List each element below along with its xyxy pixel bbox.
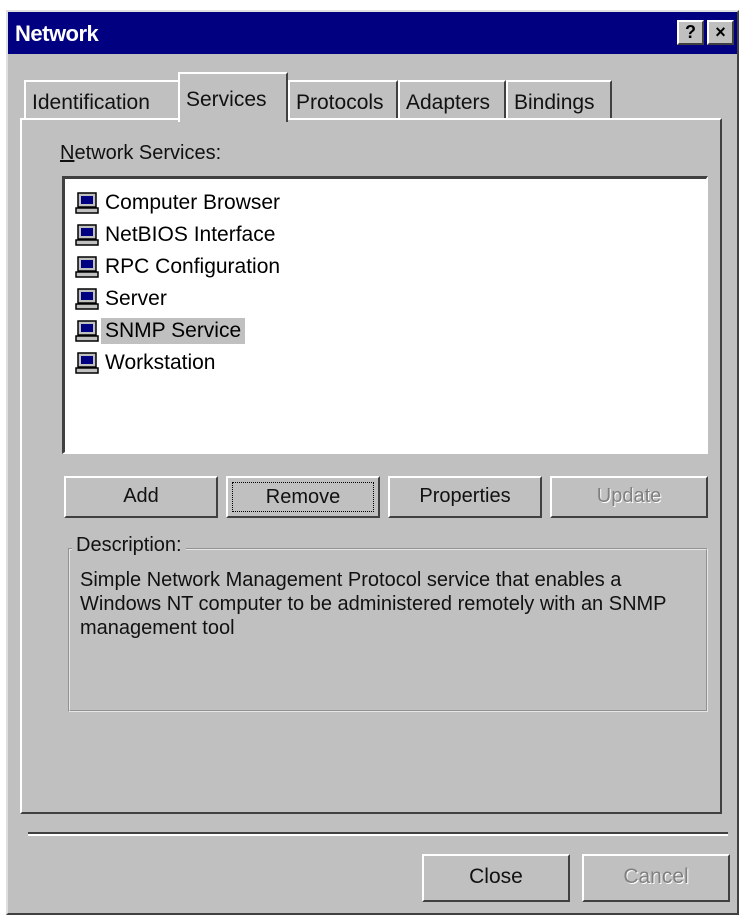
network-dialog: Network ? × Identification Services Prot… [6,10,739,915]
services-panel: Network Services: Computer Browser NetBI… [20,118,722,814]
computer-icon [75,191,99,215]
list-item[interactable]: NetBIOS Interface [75,219,279,251]
dialog-title: Network [15,21,99,46]
list-item-label: NetBIOS Interface [105,223,276,246]
computer-icon [75,287,99,311]
properties-button[interactable]: Properties [388,476,542,518]
computer-icon [75,319,99,343]
title-bar[interactable]: Network ? × [8,12,737,54]
list-item[interactable]: RPC Configuration [75,251,284,283]
description-label: Description: [72,534,186,557]
network-services-label: Network Services: [60,142,222,164]
close-icon[interactable]: × [707,20,734,45]
help-button[interactable]: ? [677,20,704,45]
cancel-button: Cancel [582,854,730,902]
description-text: Simple Network Management Protocol servi… [80,569,667,639]
computer-icon [75,223,99,247]
tab-bindings[interactable]: Bindings [506,80,612,120]
computer-icon [75,351,99,375]
list-item-label: Server [105,287,167,310]
list-item-label: SNMP Service [101,318,246,344]
list-item[interactable]: Computer Browser [75,187,284,219]
list-item-selected[interactable]: SNMP Service [75,315,246,347]
list-item-label: Workstation [105,351,216,374]
list-item-label: RPC Configuration [105,255,281,278]
network-services-list[interactable]: Computer Browser NetBIOS Interface RPC C… [62,176,708,454]
close-button[interactable]: Close [422,854,570,902]
remove-button-label: Remove [232,482,374,512]
tab-protocols[interactable]: Protocols [288,80,398,120]
add-button[interactable]: Add [64,476,218,518]
list-item[interactable]: Workstation [75,347,220,379]
list-item-label: Computer Browser [105,191,281,214]
update-button: Update [550,476,708,518]
list-item[interactable]: Server [75,283,171,315]
tab-adapters[interactable]: Adapters [398,80,506,120]
separator-highlight [28,834,728,836]
remove-button[interactable]: Remove [226,476,380,518]
tab-identification[interactable]: Identification [24,80,180,120]
tab-services[interactable]: Services [178,72,288,122]
computer-icon [75,255,99,279]
